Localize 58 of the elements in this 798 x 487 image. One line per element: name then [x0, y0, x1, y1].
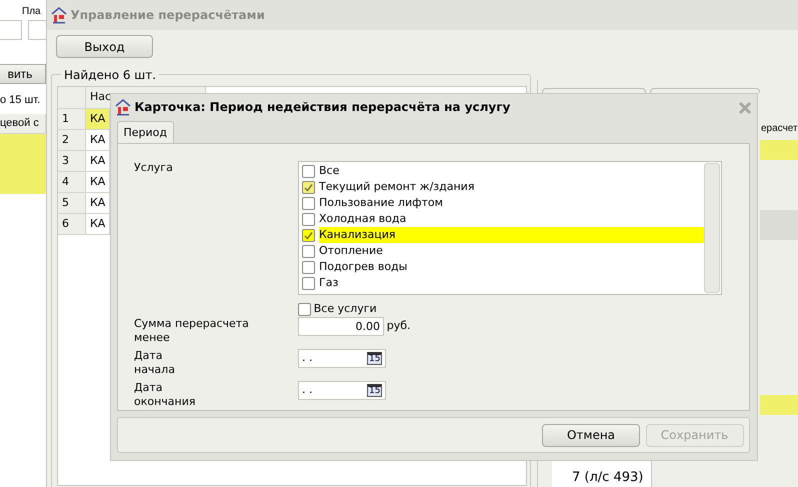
list-item[interactable]: Пользование лифтом — [319, 194, 704, 212]
selected-row — [760, 395, 798, 415]
list-item[interactable]: Канализация — [319, 226, 704, 244]
row-number: 6 — [58, 214, 86, 235]
add-button[interactable]: вить — [0, 64, 46, 84]
list-item[interactable]: Все — [319, 162, 704, 180]
exit-button[interactable]: Выход — [56, 35, 153, 58]
house-logo-icon — [114, 98, 132, 116]
calendar-icon[interactable]: 15 — [367, 352, 382, 365]
selected-row — [0, 134, 46, 194]
column-header: цевой с — [0, 114, 46, 134]
input-field[interactable] — [0, 20, 22, 40]
close-icon[interactable] — [738, 100, 752, 114]
tab[interactable]: Период — [117, 121, 174, 144]
list-item[interactable]: Подогрев воды — [319, 258, 704, 276]
table-cell[interactable]: КА — [86, 151, 110, 172]
checkbox[interactable] — [302, 212, 315, 226]
scrollbar[interactable] — [704, 163, 720, 293]
checkbox[interactable] — [302, 164, 315, 178]
list-item[interactable]: Текущий ремонт ж/здания — [319, 178, 704, 196]
unit-label: руб. — [386, 318, 411, 334]
house-logo-icon — [50, 6, 68, 24]
table-cell[interactable]: КА — [86, 193, 110, 214]
table-cell[interactable]: КА — [86, 214, 110, 235]
checkbox[interactable] — [302, 228, 315, 242]
date-field[interactable]: . . 15 — [298, 381, 386, 400]
count-label: о 15 шт. — [0, 93, 40, 108]
field-label: Дата начала — [134, 349, 176, 377]
checkbox[interactable] — [302, 180, 315, 194]
table-cell[interactable]: КА — [86, 109, 110, 130]
checkbox[interactable] — [302, 276, 315, 290]
service-label: Услуга — [134, 160, 173, 176]
checkbox[interactable] — [298, 302, 311, 316]
checkbox[interactable] — [302, 196, 315, 210]
list-item[interactable]: Отопление — [319, 242, 704, 260]
calendar-icon[interactable]: 15 — [367, 384, 382, 397]
dialog-button[interactable]: Отмена — [542, 424, 640, 446]
field-label: Пла — [22, 5, 41, 19]
field-label: Дата окончания — [134, 381, 196, 409]
table-cell[interactable]: КА — [86, 172, 110, 193]
list-item[interactable]: Газ — [319, 274, 704, 292]
date-field[interactable]: . . 15 — [298, 349, 386, 368]
selected-row — [760, 140, 798, 160]
field-label: Сумма перерасчета менее — [134, 317, 250, 345]
panel-label: ерасчет — [761, 122, 798, 136]
row-number: 4 — [58, 172, 86, 193]
row-number: 5 — [58, 193, 86, 214]
checkbox-label[interactable]: Все услуги — [314, 301, 377, 318]
list-item[interactable]: Холодная вода — [319, 210, 704, 228]
row-number: 2 — [58, 130, 86, 151]
row-number: 1 — [58, 109, 86, 130]
checkbox[interactable] — [302, 244, 315, 258]
tree-item[interactable]: 7 (л/с 493) — [572, 468, 644, 487]
checkbox[interactable] — [302, 260, 315, 274]
window-title: Управление перерасчётами — [70, 7, 265, 24]
table-cell[interactable]: КА — [86, 130, 110, 151]
amount-field[interactable]: 0.00 — [298, 317, 384, 336]
row-number: 3 — [58, 151, 86, 172]
